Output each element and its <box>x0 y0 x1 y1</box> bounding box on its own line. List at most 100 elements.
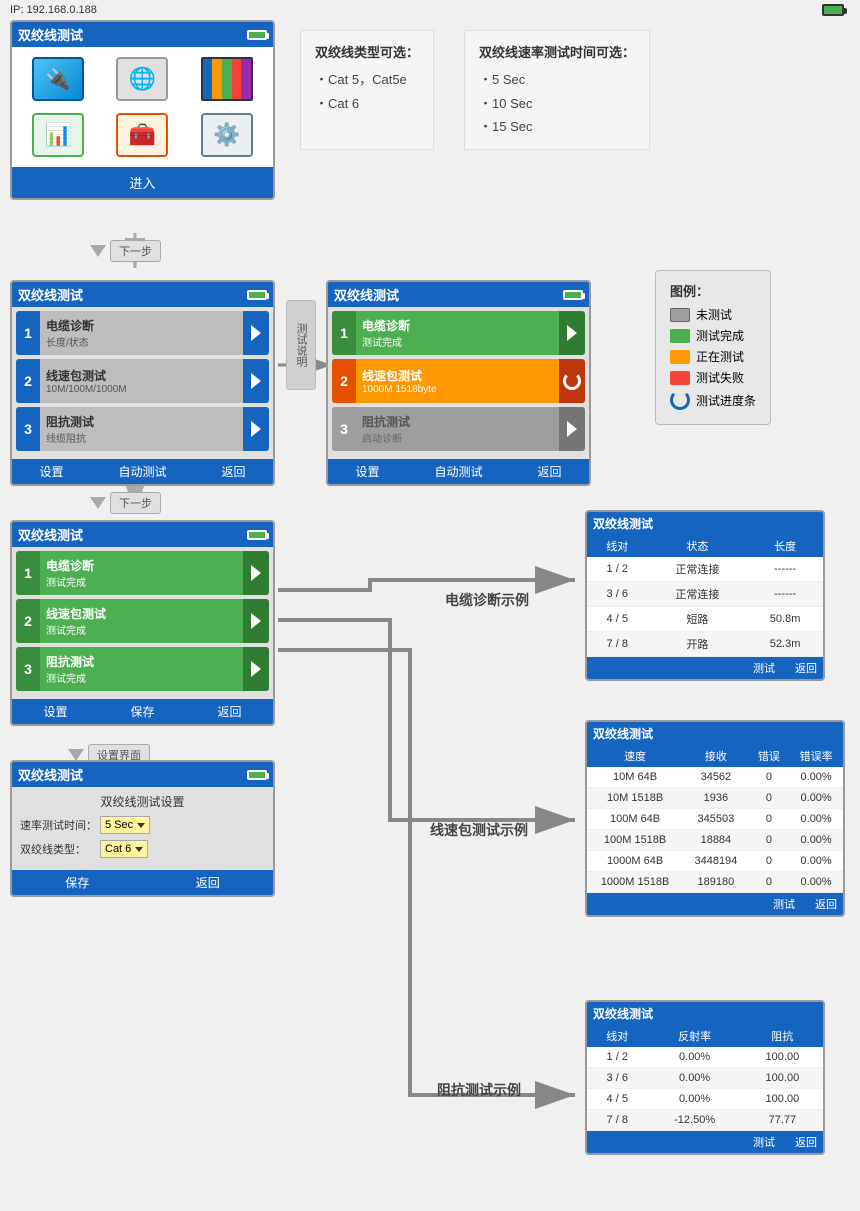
test-info-1-run: 电缆诊断 测试完成 <box>356 315 559 351</box>
test-item-2-done[interactable]: 2 线速包测试 测试完成 <box>16 599 269 643</box>
cable-col-pair: 线对 <box>587 535 648 557</box>
footer-back-run[interactable]: 返回 <box>529 463 569 480</box>
test-arrow-2-run[interactable] <box>559 359 585 403</box>
screen-title-done: 双绞线测试 <box>18 525 83 544</box>
impedance-test-btn[interactable]: 测试 <box>753 1134 775 1150</box>
footer-settings-done[interactable]: 设置 <box>35 703 75 720</box>
test-num-2-run: 2 <box>332 359 356 403</box>
test-arrow-2-done[interactable] <box>243 599 269 643</box>
speed-time-title: 双绞线速率测试时间可选： <box>479 41 635 64</box>
imp-r2-ref: 0.00% <box>647 1068 741 1089</box>
test-item-1-idle[interactable]: 1 电缆诊断 长度/状态 <box>16 311 269 355</box>
settings-speed-label: 速率测试时间： <box>20 817 100 833</box>
table-row: 100M 64B 345503 0 0.00% <box>587 809 843 830</box>
footer-save-settings[interactable]: 保存 <box>57 874 97 891</box>
legend-box: 图例： 未测试 测试完成 正在测试 测试失败 测试进度条 <box>655 270 771 425</box>
battery-done <box>247 530 267 540</box>
imp-col-pair: 线对 <box>587 1025 647 1047</box>
cable-test-btn[interactable]: 测试 <box>753 660 775 676</box>
menu-icon-toolbox[interactable]: 🧰 <box>102 109 182 161</box>
cable-type-2: ・Cat 6 <box>315 92 419 115</box>
enter-button[interactable]: 进入 <box>12 167 273 198</box>
screen-footer-settings: 保存 返回 <box>12 870 273 895</box>
test-arrow-1[interactable] <box>243 311 269 355</box>
menu-icon-gear[interactable]: ⚙️ <box>187 109 267 161</box>
test-item-3-done[interactable]: 3 阻抗测试 测试完成 <box>16 647 269 691</box>
footer-settings-idle[interactable]: 设置 <box>31 463 71 480</box>
test-arrow-3[interactable] <box>243 407 269 451</box>
test-arrow-2[interactable] <box>243 359 269 403</box>
settings-speed-select[interactable]: 5 Sec <box>100 816 150 834</box>
speed-r1-e: 0 <box>749 767 790 788</box>
table-row: 3 / 6 0.00% 100.00 <box>587 1068 823 1089</box>
screen-test-done: 双绞线测试 1 电缆诊断 测试完成 2 线速包测试 测试完成 <box>10 520 275 726</box>
test-sub-2: 10M/100M/1000M <box>46 384 237 395</box>
result-speed-panel: 双绞线测试 速度 接收 错误 错误率 10M 64B 34562 <box>585 720 845 929</box>
screen-footer-done: 设置 保存 返回 <box>12 699 273 724</box>
test-arrow-3-run[interactable] <box>559 407 585 451</box>
footer-back-done[interactable]: 返回 <box>209 703 249 720</box>
menu-grid: 🔌 🌐 📊 🧰 ⚙️ <box>12 47 273 167</box>
speed-col-errrate: 错误率 <box>789 745 843 767</box>
speed-back-btn[interactable]: 返回 <box>815 896 837 912</box>
table-row: 10M 1518B 1936 0 0.00% <box>587 788 843 809</box>
cable-example-label: 电缆诊断示例 <box>445 590 529 610</box>
imp-col-reflect: 反射率 <box>647 1025 741 1047</box>
cable-result-container: 双绞线测试 线对 状态 长度 1 / 2 正常连接 ------ <box>585 510 825 681</box>
cable-col-status: 状态 <box>648 535 748 557</box>
footer-back-idle[interactable]: 返回 <box>213 463 253 480</box>
test-item-1-run[interactable]: 1 电缆诊断 测试完成 <box>332 311 585 355</box>
footer-auto-run[interactable]: 自动测试 <box>426 463 490 480</box>
next-step-1: 下一步 <box>110 240 161 262</box>
settings-speed-value: 5 Sec <box>105 819 133 831</box>
menu-icon-cables-color[interactable] <box>187 53 267 105</box>
menu-icon-globe[interactable]: 🌐 <box>102 53 182 105</box>
test-num-3-run: 3 <box>332 407 356 451</box>
table-row: 1 / 2 0.00% 100.00 <box>587 1047 823 1068</box>
legend-section: 图例： 未测试 测试完成 正在测试 测试失败 测试进度条 <box>635 270 771 425</box>
test-name-3-run: 阻抗测试 <box>362 413 553 430</box>
test-info-3-run: 阻抗测试 启动诊断 <box>356 411 559 447</box>
next-step-2: 下一步 <box>110 492 161 514</box>
table-row: 10M 64B 34562 0 0.00% <box>587 767 843 788</box>
cable-r3-status: 短路 <box>648 607 748 632</box>
speed-r2-er: 0.00% <box>789 788 843 809</box>
screen-title-settings: 双绞线测试 <box>18 765 83 784</box>
test-arrow-1-run[interactable] <box>559 311 585 355</box>
cable-back-btn[interactable]: 返回 <box>795 660 817 676</box>
footer-auto-idle[interactable]: 自动测试 <box>110 463 174 480</box>
menu-icon-cable[interactable]: 🔌 <box>18 53 98 105</box>
test-arrow-1-done[interactable] <box>243 551 269 595</box>
table-row: 1 / 2 正常连接 ------ <box>587 557 823 582</box>
footer-back-settings[interactable]: 返回 <box>188 874 228 891</box>
speed-time-info: 双绞线速率测试时间可选： ・5 Sec ・10 Sec ・15 Sec <box>464 30 650 150</box>
settings-type-select[interactable]: Cat 6 <box>100 840 148 858</box>
footer-save-done[interactable]: 保存 <box>122 703 162 720</box>
footer-settings-run[interactable]: 设置 <box>347 463 387 480</box>
test-explain-box: 测试说明 <box>286 300 316 390</box>
legend-item-progress: 测试进度条 <box>670 390 756 410</box>
test-item-2-run[interactable]: 2 线速包测试 1000M 1518byte <box>332 359 585 403</box>
imp-r1-imp: 100.00 <box>742 1047 823 1068</box>
type-dropdown-icon <box>135 847 143 852</box>
legend-item-done: 测试完成 <box>670 327 756 344</box>
cable-r2-pair: 3 / 6 <box>587 582 648 607</box>
legend-item-untested: 未测试 <box>670 306 756 323</box>
test-item-3-idle[interactable]: 3 阻抗测试 线缆阻抗 <box>16 407 269 451</box>
cable-r4-pair: 7 / 8 <box>587 632 648 657</box>
impedance-back-btn[interactable]: 返回 <box>795 1134 817 1150</box>
test-arrow-3-done[interactable] <box>243 647 269 691</box>
speed-r6-er: 0.00% <box>789 872 843 893</box>
test-sub-3: 线缆阻抗 <box>46 430 237 445</box>
test-item-2-idle[interactable]: 2 线速包测试 10M/100M/1000M <box>16 359 269 403</box>
legend-label-untested: 未测试 <box>696 306 732 323</box>
test-item-3-run[interactable]: 3 阻抗测试 启动诊断 <box>332 407 585 451</box>
test-item-1-done[interactable]: 1 电缆诊断 测试完成 <box>16 551 269 595</box>
menu-icon-chart[interactable]: 📊 <box>18 109 98 161</box>
test-list-running: 1 电缆诊断 测试完成 2 线速包测试 1000M 1518byte <box>328 307 589 459</box>
table-row: 7 / 8 -12.50% 77.77 <box>587 1110 823 1131</box>
speed-result-header: 双绞线测试 <box>587 722 843 745</box>
test-num-1: 1 <box>16 311 40 355</box>
speed-test-btn[interactable]: 测试 <box>773 896 795 912</box>
speed-r5-s: 1000M 64B <box>587 851 683 872</box>
